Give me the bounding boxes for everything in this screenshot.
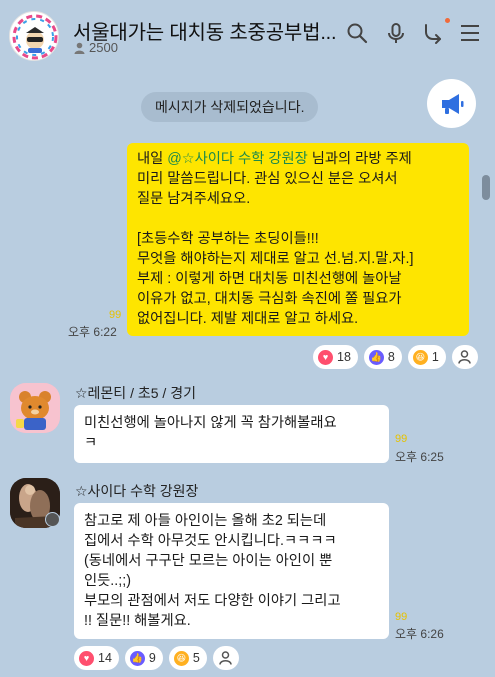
heart-icon: ♥ xyxy=(79,650,94,666)
sender-name[interactable]: ☆사이다 수학 강원장 xyxy=(75,481,198,501)
message-line: 부모의 관점에서 저도 다양한 이야기 그리고 xyxy=(84,593,341,609)
message-line: 무엇을 해야하는지 제대로 알고 선.넘.지.말.자.] xyxy=(137,251,414,267)
announcement-button[interactable] xyxy=(427,79,476,128)
other-message-bubble[interactable]: 미친선행에 놀아나지 않게 꼭 참가해볼래요 ㅋ xyxy=(74,405,389,463)
reaction-thumbs-up[interactable]: 👍 9 xyxy=(124,646,163,670)
reaction-thumbs-up[interactable]: 👍 8 xyxy=(363,345,402,369)
reaction-add-button[interactable] xyxy=(451,345,478,369)
reaction-count: 14 xyxy=(98,651,112,665)
mention-link[interactable]: @☆사이다 수학 강원장 xyxy=(167,151,308,167)
thumbs-up-icon: 👍 xyxy=(129,650,145,666)
reaction-heart[interactable]: ♥ 18 xyxy=(313,345,358,369)
message-line: ㅋ xyxy=(84,435,98,451)
reaction-count: 5 xyxy=(192,651,200,665)
avatar[interactable] xyxy=(10,383,60,433)
unread-count: 99 xyxy=(395,433,408,445)
message-time: 오후 6:22 xyxy=(68,325,117,339)
laugh-icon: 😆 xyxy=(173,650,189,666)
reaction-heart[interactable]: ♥ 14 xyxy=(74,646,119,670)
thumbs-up-icon: 👍 xyxy=(368,349,384,365)
reply-share-icon[interactable] xyxy=(421,21,445,45)
my-message-bubble[interactable]: 내일 @☆사이다 수학 강원장 님과의 라방 주제 미리 말씀드립니다. 관심 … xyxy=(127,143,469,336)
unread-count: 99 xyxy=(109,309,122,321)
chat-header: 서울대가는 대치동 초중공부법... 2500 xyxy=(0,0,495,70)
message-line: 질문 남겨주세요오. xyxy=(137,191,251,207)
other-message-bubble[interactable]: 참고로 제 아들 아인이는 올해 초2 되는데 집에서 수학 아무것도 안시킵니… xyxy=(74,503,389,639)
notification-dot xyxy=(445,18,450,23)
message-line: 이유가 없고, 대치동 극심화 속진에 쫄 필요가 xyxy=(137,291,402,307)
reaction-count: 8 xyxy=(387,350,395,364)
reaction-laugh[interactable]: 😆 5 xyxy=(168,646,207,670)
reaction-count: 1 xyxy=(431,350,439,364)
deleted-message-notice: 메시지가 삭제되었습니다. xyxy=(141,92,319,122)
person-outline-icon xyxy=(458,350,472,364)
menu-icon[interactable] xyxy=(458,21,482,45)
message-time: 오후 6:26 xyxy=(395,627,444,641)
scrollbar-thumb[interactable] xyxy=(482,175,490,200)
message-line: !! 질문!! 해볼게요. xyxy=(84,613,191,629)
room-logo-icon xyxy=(12,14,58,60)
reaction-bar: ♥ 14 👍 9 😆 5 xyxy=(74,646,239,670)
message-line: 없어집니다. 제발 제대로 알고 하세요. xyxy=(137,311,359,327)
member-count-text: 2500 xyxy=(89,40,118,55)
sender-name[interactable]: ☆레몬티 / 초5 / 경기 xyxy=(75,383,196,403)
message-line: [초등수학 공부하는 초딩이들!!! xyxy=(137,231,319,247)
reaction-add-button[interactable] xyxy=(212,646,239,670)
heart-icon: ♥ xyxy=(318,349,333,365)
reaction-laugh[interactable]: 😆 1 xyxy=(407,345,446,369)
message-line xyxy=(137,209,459,229)
message-line: 집에서 수학 아무것도 안시킵니다.ㅋㅋㅋㅋ xyxy=(84,533,337,549)
unread-count: 99 xyxy=(395,611,408,623)
message-line: 참고로 제 아들 아인이는 올해 초2 되는데 xyxy=(84,513,327,529)
reaction-count: 18 xyxy=(337,350,351,364)
message-line: 내일 @☆사이다 수학 강원장 님과의 라방 주제 xyxy=(137,151,412,167)
bear-character-icon xyxy=(10,383,60,433)
message-time: 오후 6:25 xyxy=(395,450,444,464)
search-icon[interactable] xyxy=(345,21,369,45)
message-line: 부제 : 이렇게 하면 대치동 미친선행에 놀아날 xyxy=(137,271,402,287)
room-avatar[interactable] xyxy=(9,11,59,61)
message-line: 미리 말씀드립니다. 관심 있으신 분은 오셔서 xyxy=(137,171,398,187)
reaction-bar: ♥ 18 👍 8 😆 1 xyxy=(313,345,478,369)
person-icon xyxy=(74,42,85,54)
message-line: 미친선행에 놀아나지 않게 꼭 참가해볼래요 xyxy=(84,415,337,431)
microphone-icon[interactable] xyxy=(384,21,408,45)
message-line: (동네에서 구구단 모르는 아이는 아인이 뿐 xyxy=(84,553,333,569)
host-badge-icon xyxy=(45,512,60,527)
person-outline-icon xyxy=(219,651,233,665)
message-line: 인듯..;;) xyxy=(84,573,131,589)
reaction-count: 9 xyxy=(148,651,156,665)
megaphone-icon xyxy=(441,93,463,114)
member-count[interactable]: 2500 xyxy=(74,40,118,55)
laugh-icon: 😆 xyxy=(412,349,428,365)
